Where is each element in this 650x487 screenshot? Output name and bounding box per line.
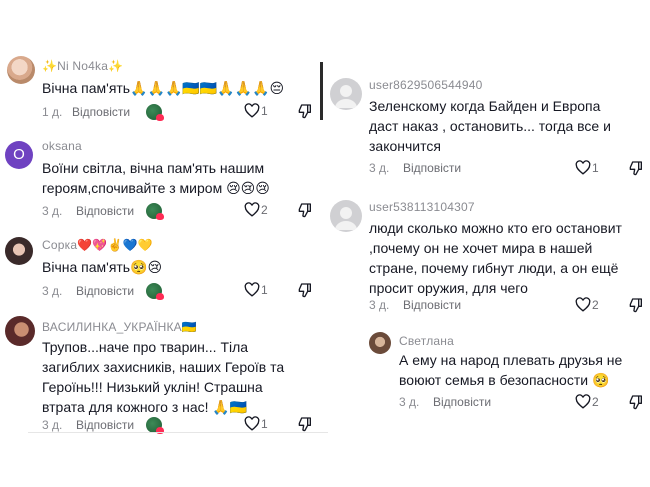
thumbs-down-icon[interactable] <box>628 297 644 313</box>
comment-date: 3 д. <box>369 161 390 175</box>
comment-username[interactable]: oksana <box>42 139 82 153</box>
comment-username[interactable]: ✨Ni No4ka✨ <box>42 59 123 73</box>
like-count: 1 <box>261 283 268 297</box>
avatar[interactable] <box>5 316 35 346</box>
comment-meta: 3 д. Відповісти <box>369 298 489 314</box>
comment-meta: 3 д. Відповісти <box>42 284 162 300</box>
heart-outline-icon[interactable] <box>575 160 591 175</box>
thumbs-down-icon[interactable] <box>297 103 313 119</box>
comment-text: Вічна пам'ять🥺😢 <box>42 259 163 275</box>
comment: ✨Ni No4ka✨ Вічна пам'ять🙏🙏🙏🇺🇦🇺🇦🙏🙏🙏😔 1 д.… <box>0 50 322 122</box>
comment-text: Зеленскому когда Байден и Европа даст на… <box>369 98 611 154</box>
comment-username[interactable]: Светлана <box>399 334 454 348</box>
comment-date: 1 д. <box>42 105 63 119</box>
comment: user8629506544940 Зеленскому когда Байде… <box>322 74 650 178</box>
creator-liked-icon <box>146 203 164 220</box>
comment: O oksana Воїни світла, вічна пам'ять наш… <box>0 136 322 222</box>
comment-text: Вічна пам'ять🙏🙏🙏🇺🇦🇺🇦🙏🙏🙏😔 <box>42 80 285 96</box>
heart-outline-icon[interactable] <box>575 297 591 312</box>
avatar[interactable] <box>330 200 362 232</box>
left-comments-panel: ✨Ni No4ka✨ Вічна пам'ять🙏🙏🙏🇺🇦🇺🇦🙏🙏🙏😔 1 д.… <box>0 0 322 487</box>
comment-date: 3 д. <box>369 298 390 312</box>
avatar[interactable] <box>7 56 35 84</box>
heart-outline-icon[interactable] <box>244 416 260 431</box>
comment-date: 3 д. <box>42 284 63 298</box>
comment-text: Воїни світла, вічна пам'ять нашим героям… <box>42 160 270 196</box>
like-count: 2 <box>592 395 599 409</box>
heart-outline-icon[interactable] <box>244 103 260 118</box>
reply-comment: Светлана А ему на народ плевать друзья н… <box>322 330 650 412</box>
avatar[interactable] <box>5 237 33 265</box>
like-count: 2 <box>592 298 599 312</box>
heart-outline-icon[interactable] <box>244 282 260 297</box>
like-area: 2 <box>244 202 324 220</box>
comment: user538113104307 люди сколько можно кто … <box>322 198 650 314</box>
avatar[interactable] <box>369 332 391 354</box>
like-area: 1 <box>244 103 324 121</box>
comment: ВАСИЛИНКА_УКРАЇНКА🇺🇦 Трупов...наче про т… <box>0 314 322 434</box>
reply-button[interactable]: Відповісти <box>403 161 461 175</box>
comment-meta: 1 д. Відповісти <box>42 105 162 121</box>
like-area: 1 <box>244 282 324 300</box>
like-count: 1 <box>261 104 268 118</box>
comment-meta: 3 д. Відповісти <box>42 204 162 220</box>
default-avatar-icon <box>335 85 357 108</box>
avatar[interactable] <box>330 78 362 110</box>
comment: Сорка❤️💖✌️💙💛 Вічна пам'ять🥺😢 3 д. Відпов… <box>0 234 322 300</box>
reply-button[interactable]: Відповісти <box>76 418 134 432</box>
like-area: 1 <box>575 160 650 178</box>
reply-button[interactable]: Відповісти <box>76 284 134 298</box>
comment-username[interactable]: ВАСИЛИНКА_УКРАЇНКА🇺🇦 <box>42 320 197 334</box>
reply-button[interactable]: Відповісти <box>72 105 130 119</box>
creator-liked-icon <box>146 104 164 121</box>
comment-text: А ему на народ плевать друзья не воюют с… <box>399 352 623 388</box>
comment-date: 3 д. <box>42 204 63 218</box>
heart-outline-icon[interactable] <box>575 394 591 409</box>
creator-liked-icon <box>146 417 164 434</box>
creator-liked-icon <box>146 283 164 300</box>
comment-text: люди сколько можно кто его остановит ,по… <box>369 220 622 296</box>
thumbs-down-icon[interactable] <box>628 394 644 410</box>
right-comments-panel: user8629506544940 Зеленскому когда Байде… <box>322 0 650 487</box>
like-area: 2 <box>575 297 650 315</box>
thumbs-down-icon[interactable] <box>297 416 313 432</box>
thumbs-down-icon[interactable] <box>628 160 644 176</box>
avatar[interactable]: O <box>5 141 33 169</box>
comment-meta: 3 д. Відповісти <box>399 395 519 411</box>
thumbs-down-icon[interactable] <box>297 202 313 218</box>
comment-text: Трупов...наче про тварин... Тіла загибли… <box>42 339 285 415</box>
reply-button[interactable]: Відповісти <box>433 395 491 409</box>
thumbs-down-icon[interactable] <box>297 282 313 298</box>
comment-username[interactable]: user8629506544940 <box>369 78 483 92</box>
comment-username[interactable]: user538113104307 <box>369 200 475 214</box>
separator-line <box>28 432 328 433</box>
reply-button[interactable]: Відповісти <box>76 204 134 218</box>
like-area: 2 <box>575 394 650 412</box>
comment-meta: 3 д. Відповісти <box>369 161 489 177</box>
comment-date: 3 д. <box>42 418 63 432</box>
default-avatar-icon <box>335 207 357 230</box>
heart-outline-icon[interactable] <box>244 202 260 217</box>
avatar-letter: O <box>13 146 25 163</box>
reply-button[interactable]: Відповісти <box>403 298 461 312</box>
like-count: 1 <box>592 161 599 175</box>
comment-date: 3 д. <box>399 395 420 409</box>
like-count: 1 <box>261 417 268 431</box>
like-count: 2 <box>261 203 268 217</box>
comment-username[interactable]: Сорка❤️💖✌️💙💛 <box>42 238 153 252</box>
